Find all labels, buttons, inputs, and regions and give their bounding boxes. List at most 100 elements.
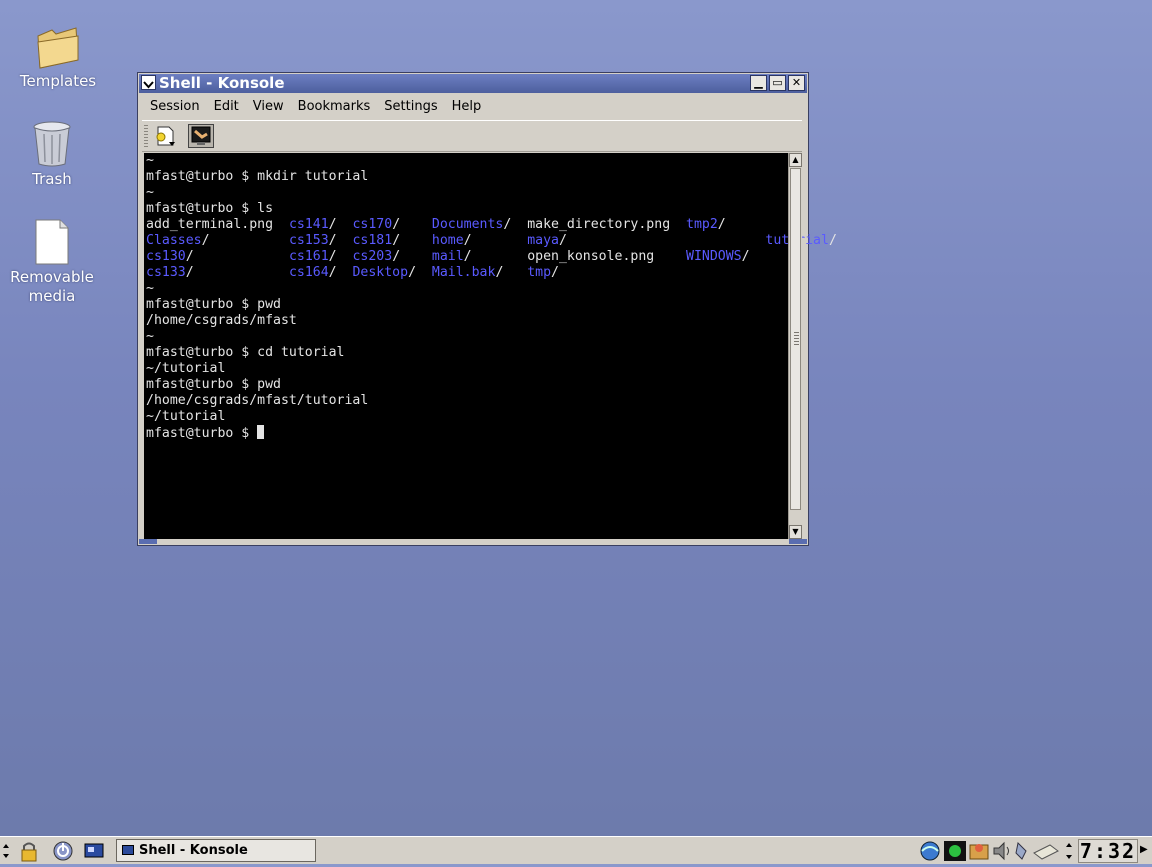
directory-entry: cs170/ — [352, 217, 401, 232]
settings-icon[interactable] — [1015, 841, 1027, 860]
konsole-window: Shell - Konsole ▁ ▭ ✕ Session Edit View … — [137, 72, 837, 546]
directory-entry: cs153/ — [288, 233, 337, 248]
terminal-line: mfast@turbo $ ls — [146, 201, 274, 216]
network-icon[interactable] — [920, 841, 940, 861]
directory-entry: Mail.bak/ — [431, 265, 504, 280]
directory-entry: cs164/ — [288, 265, 337, 280]
directory-entry: Desktop/ — [352, 265, 417, 280]
task-label: Shell - Konsole — [139, 843, 248, 858]
ls-output-row: cs133/ cs164/ Desktop/ Mail.bak/ tmp/ — [146, 265, 559, 280]
folder-icon — [37, 27, 79, 69]
directory-entry: cs141/ — [288, 217, 337, 232]
directory-entry: Classes/ — [146, 233, 210, 248]
desktop-icon-trash[interactable]: Trash — [2, 120, 102, 189]
new-session-icon — [156, 126, 175, 146]
directory-entry: cs133/ — [146, 265, 194, 280]
monitor-icon[interactable] — [944, 841, 966, 861]
klipper-icon[interactable] — [969, 844, 989, 860]
desktop-icon-label: Removable media — [10, 268, 94, 305]
directory-entry: cs203/ — [352, 249, 401, 264]
directory-entry: cs130/ — [146, 249, 194, 264]
directory-entry: home/ — [431, 233, 472, 248]
notes-icon[interactable] — [1033, 844, 1059, 860]
lock-screen-button[interactable] — [16, 840, 42, 862]
window-titlebar[interactable]: Shell - Konsole ▁ ▭ ✕ — [139, 74, 807, 93]
show-desktop-button[interactable] — [82, 840, 108, 862]
scroll-down-button[interactable]: ▼ — [789, 525, 802, 539]
window-title: Shell - Konsole — [159, 74, 285, 92]
close-button[interactable]: ✕ — [788, 75, 805, 91]
terminal-line: mfast@turbo $ cd tutorial — [146, 345, 345, 360]
directory-entry: maya/ — [527, 233, 567, 248]
trash-icon — [33, 121, 71, 167]
file-entry — [686, 233, 765, 248]
chevron-right-icon[interactable]: ▶ — [1140, 844, 1148, 855]
chevron-down-icon — [143, 81, 154, 89]
clock[interactable]: 7:32 — [1078, 839, 1138, 863]
terminal-line: ~/tutorial — [146, 409, 226, 424]
new-session-button[interactable] — [152, 124, 178, 148]
arrow-icon — [3, 844, 9, 858]
logout-button[interactable] — [50, 840, 76, 862]
directory-entry: mail/ — [431, 249, 472, 264]
terminal-line: mfast@turbo $ — [146, 425, 265, 441]
terminal-line: /home/csgrads/mfast/tutorial — [146, 393, 369, 408]
menu-session[interactable]: Session — [142, 99, 206, 114]
menu-edit[interactable]: Edit — [206, 99, 245, 114]
terminal-scrollbar[interactable]: ▲ ▼ — [788, 153, 802, 539]
terminal-line: ~/tutorial — [146, 361, 226, 376]
minimize-button[interactable]: ▁ — [750, 75, 767, 91]
menu-view[interactable]: View — [245, 99, 290, 114]
directory-entry: tmp2/ — [686, 217, 726, 232]
terminal-area[interactable]: ~ mfast@turbo $ mkdir tutorial ~ mfast@t… — [144, 153, 837, 539]
desktop-icon-label: Trash — [32, 170, 72, 188]
menubar: Session Edit View Bookmarks Settings Hel… — [142, 94, 804, 118]
taskbar: Shell - Konsole 7:32 ▶ — [0, 836, 1152, 864]
power-icon — [53, 841, 73, 861]
directory-entry: tmp/ — [527, 265, 559, 280]
terminal-line: mfast@turbo $ pwd — [146, 297, 281, 312]
terminal-line: ~ — [146, 153, 154, 168]
directory-entry: Documents/ — [431, 217, 512, 232]
window-bottom-border[interactable] — [139, 539, 807, 544]
taskbar-handle[interactable] — [2, 840, 10, 862]
desktop-icon-removable-media[interactable]: Removable media — [2, 218, 102, 306]
menu-help[interactable]: Help — [444, 99, 488, 114]
terminal-cursor — [257, 425, 265, 439]
scroll-thumb[interactable] — [790, 168, 801, 510]
menu-settings[interactable]: Settings — [376, 99, 443, 114]
file-entry: open_konsole.png — [527, 249, 655, 264]
terminal-output: ~ mfast@turbo $ mkdir tutorial ~ mfast@t… — [146, 153, 837, 442]
document-icon — [35, 219, 69, 265]
system-tray — [916, 839, 1076, 863]
desktop-icon — [84, 843, 104, 858]
konsole-icon — [122, 845, 134, 855]
directory-entry: WINDOWS/ — [686, 249, 750, 264]
maximize-button[interactable]: ▭ — [769, 75, 786, 91]
desktop-icon-label: Templates — [19, 72, 97, 90]
arrow-icon[interactable] — [1066, 843, 1072, 859]
terminal-icon — [191, 126, 211, 145]
file-entry: add_terminal.png — [146, 217, 274, 232]
terminal-line: ~ — [146, 185, 154, 200]
window-menu-button[interactable] — [141, 75, 156, 90]
terminal-line: ~ — [146, 281, 154, 296]
menu-bookmarks[interactable]: Bookmarks — [290, 99, 377, 114]
terminal-line: ~ — [146, 329, 154, 344]
directory-entry: cs181/ — [352, 233, 401, 248]
ls-output-row: cs130/ cs161/ cs203/ mail/ open_konsole.… — [146, 249, 750, 264]
lock-icon — [21, 842, 37, 862]
desktop-icon-templates[interactable]: Templates — [8, 26, 108, 91]
konsole-session-button[interactable] — [188, 124, 214, 148]
directory-entry: cs161/ — [288, 249, 337, 264]
taskbar-task-konsole[interactable]: Shell - Konsole — [116, 839, 316, 862]
volume-icon[interactable] — [993, 841, 1009, 861]
toolbar — [142, 120, 802, 152]
terminal-line: /home/csgrads/mfast — [146, 313, 297, 328]
file-entry: make_directory.png — [527, 217, 671, 232]
terminal-line: mfast@turbo $ pwd — [146, 377, 281, 392]
toolbar-handle[interactable] — [144, 125, 148, 147]
ls-output-row: add_terminal.png cs141/ cs170/ Documents… — [146, 217, 726, 232]
scroll-grip-icon — [794, 332, 799, 346]
scroll-up-button[interactable]: ▲ — [789, 153, 802, 167]
